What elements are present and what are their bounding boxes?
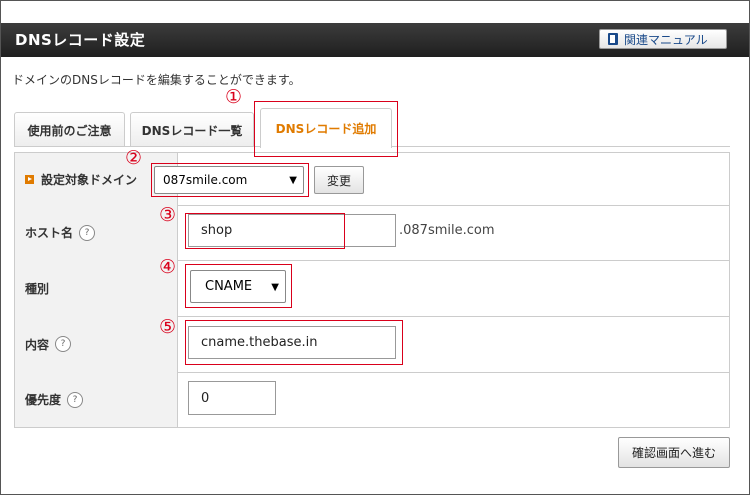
record-type-value: CNAME [205, 279, 253, 294]
book-icon [608, 33, 618, 45]
dns-record-form: 設定対象ドメイン ホスト名 ? 種別 内容 ? 優先度 ? [14, 152, 730, 428]
content-input[interactable]: cname.thebase.in [188, 326, 396, 359]
help-icon[interactable]: ? [79, 224, 96, 241]
confirm-button-label: 確認画面へ進む [631, 446, 716, 460]
content-label: 内容 ? [15, 316, 178, 372]
tab-precautions[interactable]: 使用前のご注意 [14, 112, 125, 147]
host-label-text: ホスト名 [25, 226, 74, 240]
tab-dns-record-add[interactable]: DNSレコード追加 [260, 108, 392, 148]
chevron-down-icon: ▼ [289, 175, 297, 186]
help-icon[interactable]: ? [55, 336, 72, 352]
annotation-number-4: ④ [159, 256, 177, 278]
priority-value: 0 [201, 390, 210, 406]
related-manual-button[interactable]: 関連マニュアル [599, 29, 727, 49]
tab-label: DNSレコード一覧 [141, 123, 243, 138]
row-priority: 優先度 ? [15, 372, 729, 427]
host-domain-suffix: .087smile.com [399, 223, 495, 238]
priority-label-text: 優先度 [25, 393, 62, 407]
type-label-text: 種別 [25, 281, 50, 296]
page-title: DNSレコード設定 [15, 31, 146, 49]
host-name-value: shop [201, 223, 233, 238]
confirm-button[interactable]: 確認画面へ進む [618, 437, 730, 468]
domain-select-value: 087smile.com [163, 173, 248, 187]
annotation-number-5: ⑤ [159, 316, 177, 338]
change-domain-button[interactable]: 変更 [314, 166, 364, 194]
tab-label: DNSレコード追加 [275, 122, 377, 136]
type-label: 種別 [15, 260, 178, 316]
row-type: 種別 [15, 260, 729, 317]
row-domain: 設定対象ドメイン [15, 153, 729, 206]
priority-label: 優先度 ? [15, 372, 178, 427]
host-label: ホスト名 ? [15, 205, 178, 260]
host-name-input[interactable]: shop [188, 214, 396, 247]
content-label-text: 内容 [25, 337, 50, 352]
domain-label-text: 設定対象ドメイン [41, 172, 138, 187]
content-value: cname.thebase.in [201, 335, 318, 350]
arrow-icon [25, 174, 34, 184]
tab-dns-record-list[interactable]: DNSレコード一覧 [130, 112, 254, 147]
domain-select[interactable]: 087smile.com ▼ [154, 166, 304, 194]
page-description: ドメインのDNSレコードを編集することができます。 [12, 73, 301, 87]
chevron-down-icon: ▼ [271, 281, 279, 293]
change-button-label: 変更 [326, 173, 351, 188]
related-manual-label: 関連マニュアル [624, 32, 708, 47]
priority-input[interactable]: 0 [188, 381, 276, 415]
record-type-select[interactable]: CNAME ▼ [190, 270, 286, 303]
annotation-number-2: ② [125, 147, 143, 169]
header: DNSレコード設定 関連マニュアル [1, 1, 749, 57]
help-icon[interactable]: ? [67, 391, 84, 408]
tab-label: 使用前のご注意 [27, 123, 112, 138]
annotation-number-1: ① [225, 86, 243, 108]
annotation-number-3: ③ [159, 204, 177, 226]
